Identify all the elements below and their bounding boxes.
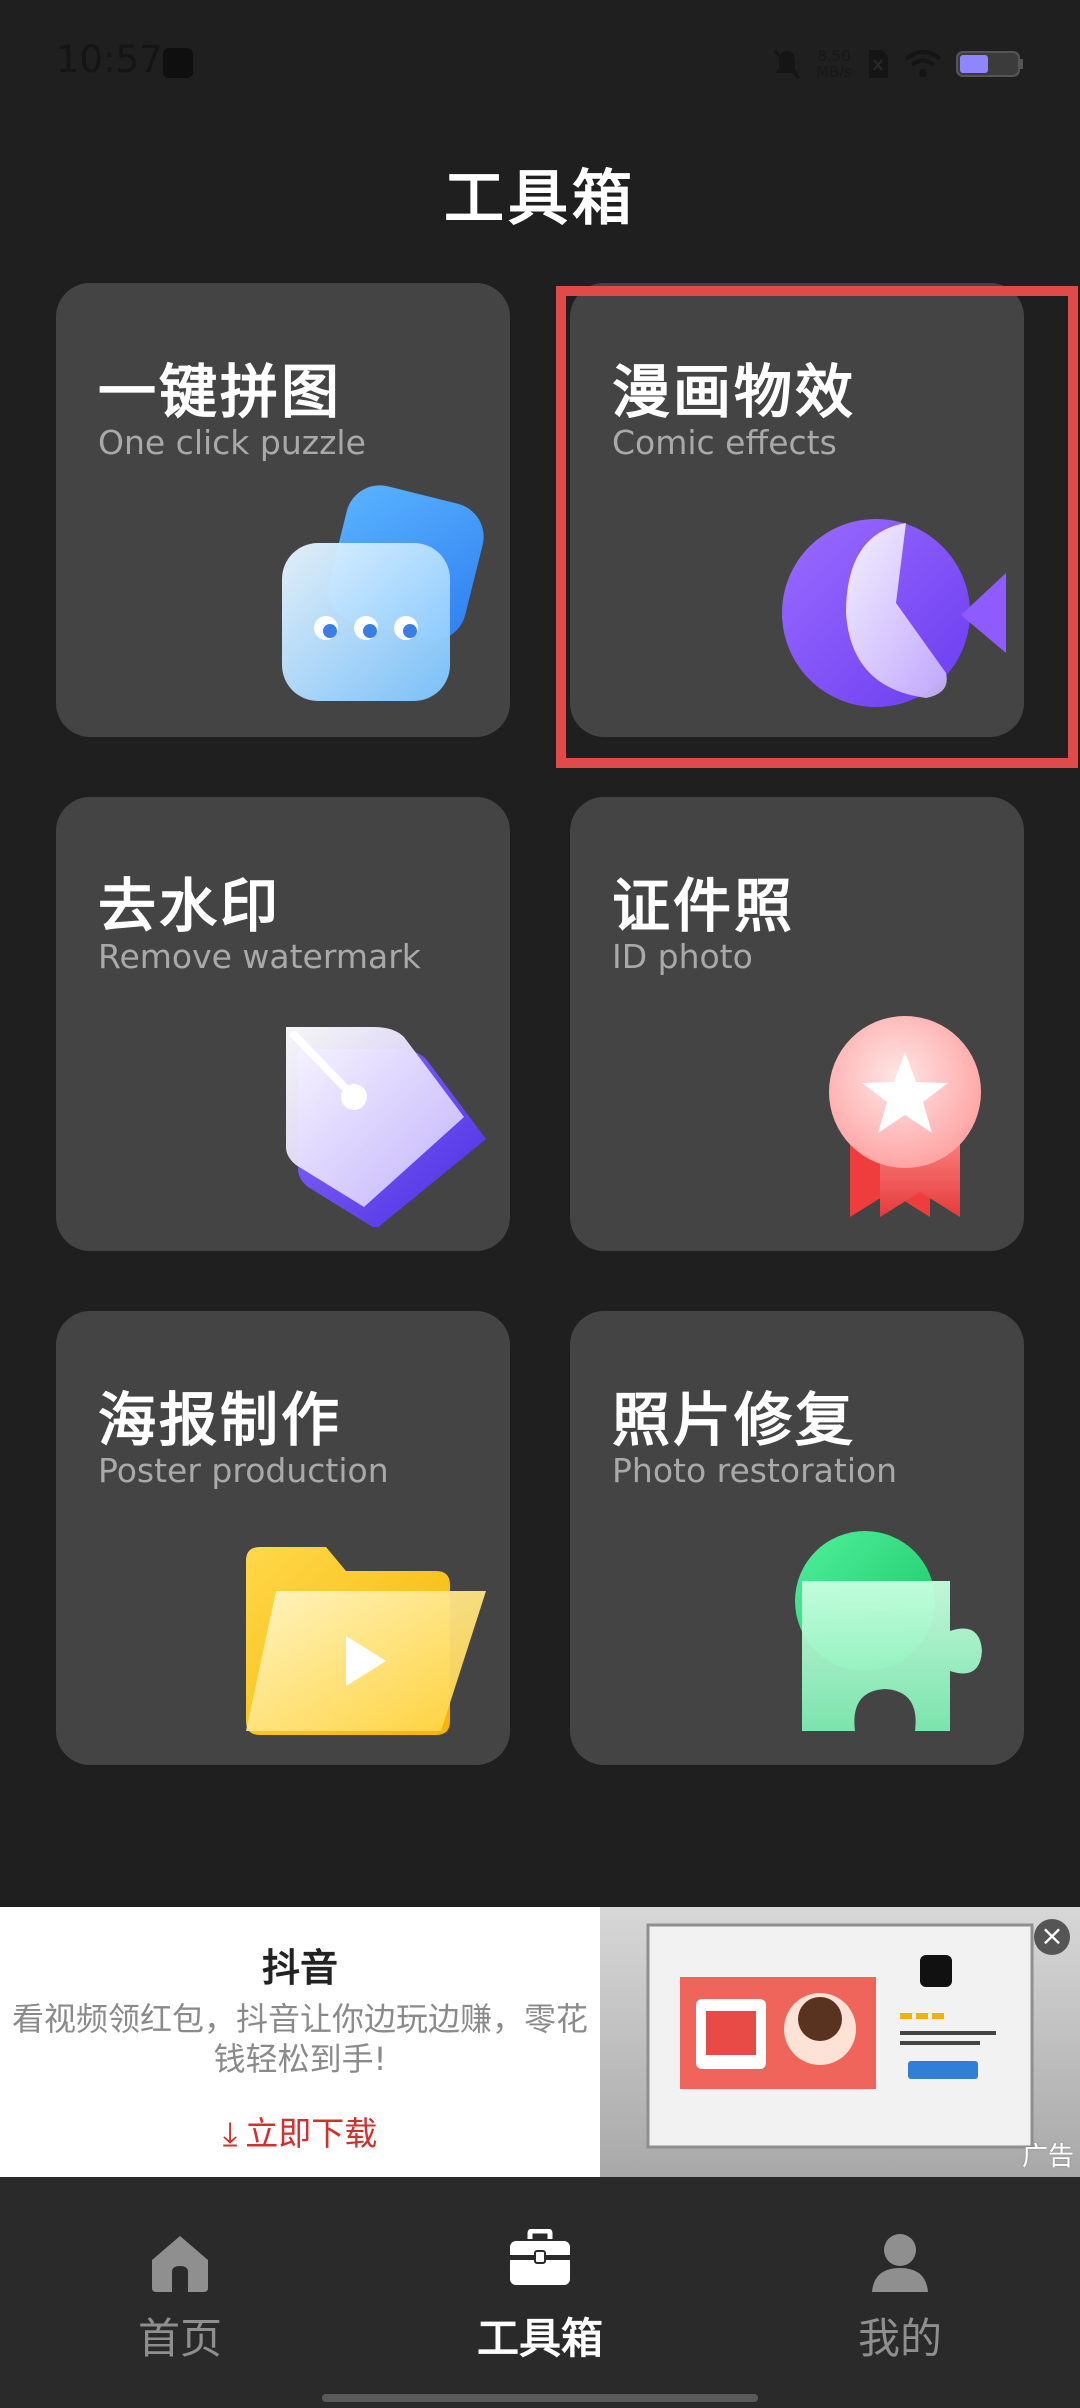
ad-label: 广告 [1021, 2142, 1074, 2172]
highlight-box [556, 286, 1078, 768]
toolbox-icon [510, 2229, 570, 2285]
nav-label-toolbox: 工具箱 [476, 2314, 603, 2363]
battery-icon [956, 50, 1024, 78]
tool-card-title: 一键拼图 [98, 358, 343, 426]
nav-item-home[interactable]: 首页 [30, 2177, 330, 2387]
status-indicators: 8.50 MB/s [772, 44, 1024, 84]
tool-card-id-photo[interactable]: 证件照 ID photo [570, 797, 1024, 1251]
ad-cta-label: 立即下载 [245, 2114, 378, 2153]
tool-card-remove-watermark[interactable]: 去水印 Remove watermark [56, 797, 510, 1251]
ad-image[interactable]: × 广告 [600, 1907, 1080, 2177]
nav-label-profile: 我的 [857, 2314, 942, 2363]
tool-card-subtitle: ID photo [612, 937, 753, 976]
tool-card-photo-restoration[interactable]: 照片修复 Photo restoration [570, 1311, 1024, 1765]
tool-card-title: 证件照 [612, 872, 796, 940]
status-bar: 10:57 8.50 MB/s [0, 0, 1080, 125]
puzzle-piece-icon [795, 1531, 982, 1731]
ad-description: 看视频领红包，抖音让你边玩边赚，零花钱轻松到手! [11, 2000, 588, 2078]
ad-preview-graphic [646, 1923, 1034, 2149]
app-notification-icon [163, 48, 193, 78]
ad-download-button[interactable]: ⤓ 立即下载 [0, 2107, 600, 2155]
network-speed-unit: MB/s [815, 63, 852, 81]
download-arrow-icon: ⤓ [222, 2114, 238, 2153]
wifi-icon [904, 49, 942, 79]
mute-icon [772, 48, 802, 80]
tool-card-subtitle: Poster production [98, 1451, 389, 1490]
tool-card-poster-production[interactable]: 海报制作 Poster production [56, 1311, 510, 1765]
chat-bubble-icon [282, 485, 484, 701]
nav-label-home: 首页 [137, 2314, 222, 2363]
status-time: 10:57 [56, 38, 163, 81]
award-medal-icon [829, 1016, 981, 1217]
profile-icon [872, 2234, 928, 2292]
tool-card-subtitle: Photo restoration [612, 1451, 898, 1490]
tool-card-title: 照片修复 [612, 1386, 857, 1454]
page-title: 工具箱 [444, 164, 636, 234]
bottom-nav: 首页 工具箱 我的 [0, 2177, 1080, 2408]
home-icon [152, 2236, 208, 2292]
ad-app-name: 抖音 [261, 1946, 338, 1990]
tool-card-subtitle: One click puzzle [98, 423, 366, 462]
nav-item-profile[interactable]: 我的 [750, 2177, 1050, 2387]
sim-icon [866, 48, 890, 80]
pen-nib-icon [286, 1027, 486, 1227]
ad-banner[interactable]: 抖音 看视频领红包，抖音让你边玩边赚，零花钱轻松到手! ⤓ 立即下载 × 广告 [0, 1907, 1080, 2177]
home-indicator[interactable] [322, 2394, 758, 2402]
ad-close-button[interactable]: × [1034, 1919, 1070, 1955]
tool-card-one-click-puzzle[interactable]: 一键拼图 One click puzzle [56, 283, 510, 737]
tool-card-title: 海报制作 [98, 1386, 343, 1454]
video-folder-icon [246, 1547, 486, 1735]
tool-card-title: 去水印 [98, 872, 282, 940]
network-speed: 8.50 MB/s [816, 48, 852, 80]
nav-item-toolbox[interactable]: 工具箱 [390, 2177, 690, 2387]
tool-card-subtitle: Remove watermark [98, 937, 421, 976]
